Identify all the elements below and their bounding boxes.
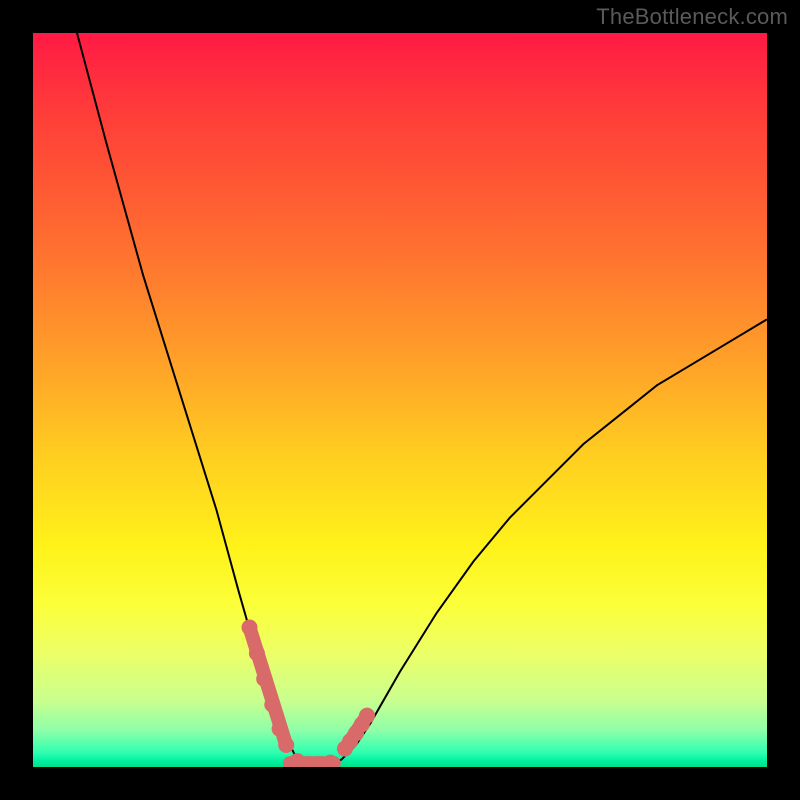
highlight-dot <box>264 697 280 713</box>
highlight-dot <box>278 737 294 753</box>
chart-plot-area <box>33 33 767 767</box>
highlight-dot <box>256 671 272 687</box>
watermark-text: TheBottleneck.com <box>596 4 788 30</box>
highlight-dot <box>242 620 258 636</box>
curve-path <box>77 33 767 767</box>
highlight-dot <box>359 708 375 724</box>
highlight-dot <box>249 645 265 661</box>
highlight-dot <box>272 721 288 737</box>
chart-svg <box>33 33 767 767</box>
highlight-dots <box>242 620 376 768</box>
bottleneck-curve <box>77 33 767 767</box>
